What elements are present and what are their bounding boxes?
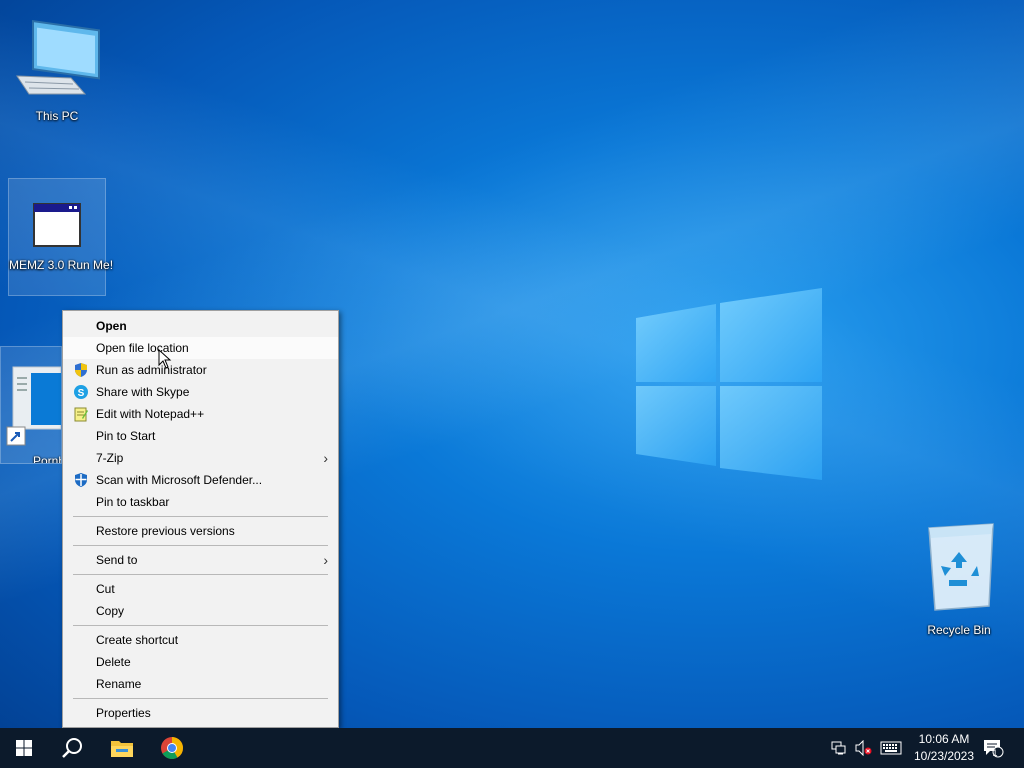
volume-muted-icon xyxy=(855,740,872,756)
desktop-icon-label: Pornh xyxy=(33,454,62,464)
menu-item-label: 7-Zip xyxy=(96,451,124,465)
file-explorer-icon xyxy=(111,741,133,757)
menu-item-cut[interactable]: Cut xyxy=(63,578,338,600)
menu-item-pin-start[interactable]: Pin to Start xyxy=(63,425,338,447)
menu-item-label: Run as administrator xyxy=(96,363,207,377)
menu-item-label: Edit with Notepad++ xyxy=(96,407,205,421)
menu-item-open[interactable]: Open xyxy=(63,315,338,337)
menu-item-run-as-admin[interactable]: Run as administrator xyxy=(63,359,338,381)
menu-item-open-file-location[interactable]: Open file location xyxy=(63,337,338,359)
mouse-cursor-icon xyxy=(158,349,172,369)
keyboard-tray[interactable] xyxy=(876,728,906,768)
notification-count-badge: 1 xyxy=(992,748,998,758)
window-app-icon xyxy=(33,203,81,247)
menu-item-label: Restore previous versions xyxy=(96,524,235,538)
menu-item-label: Create shortcut xyxy=(96,633,179,647)
volume-tray[interactable] xyxy=(852,728,874,768)
menu-item-7zip[interactable]: 7-Zip › xyxy=(63,447,338,469)
taskbar-chrome[interactable] xyxy=(148,728,196,768)
windows-logo-wallpaper xyxy=(636,288,822,480)
menu-item-send-to[interactable]: Send to › xyxy=(63,549,338,571)
menu-item-label: Send to xyxy=(96,553,138,567)
computer-icon xyxy=(16,19,100,95)
uac-shield-icon xyxy=(75,363,87,377)
menu-item-scan-defender[interactable]: Scan with Microsoft Defender... xyxy=(63,469,338,491)
menu-item-label: Copy xyxy=(96,604,125,618)
menu-item-label: Cut xyxy=(96,582,115,596)
skype-icon: S xyxy=(74,385,88,399)
desktop-icon-label: Recycle Bin xyxy=(927,623,991,637)
recycle-bin-icon xyxy=(928,523,994,611)
clock-time: 10:06 AM xyxy=(918,732,970,746)
menu-item-create-shortcut[interactable]: Create shortcut xyxy=(63,629,338,651)
menu-item-pin-taskbar[interactable]: Pin to taskbar xyxy=(63,491,338,513)
menu-item-label: Pin to Start xyxy=(96,429,156,443)
start-icon xyxy=(16,740,32,756)
app-shortcut-icon xyxy=(6,366,61,446)
context-menu: Open Open file location Run as administr… xyxy=(62,310,339,728)
menu-item-label: Scan with Microsoft Defender... xyxy=(96,473,263,487)
taskbar-file-explorer[interactable] xyxy=(98,728,146,768)
desktop-icon-memz[interactable]: MEMZ 3.0 Run Me! xyxy=(8,178,114,296)
chrome-icon xyxy=(161,737,183,759)
desktop-icon-recycle-bin[interactable]: Recycle Bin xyxy=(910,520,1008,637)
notepad-plus-plus-icon xyxy=(74,407,88,422)
menu-item-copy[interactable]: Copy xyxy=(63,600,338,622)
search-icon xyxy=(62,738,82,758)
action-center-button[interactable]: 1 xyxy=(978,728,1008,768)
menu-item-properties[interactable]: Properties xyxy=(63,702,338,724)
menu-item-edit-notepad[interactable]: Edit with Notepad++ xyxy=(63,403,338,425)
menu-item-restore-versions[interactable]: Restore previous versions xyxy=(63,520,338,542)
menu-item-label: Share with Skype xyxy=(96,385,190,399)
clock-date: 10/23/2023 xyxy=(913,749,975,763)
menu-separator xyxy=(73,545,328,546)
menu-item-label: Delete xyxy=(96,655,131,669)
start-button[interactable] xyxy=(0,728,48,768)
menu-item-delete[interactable]: Delete xyxy=(63,651,338,673)
chevron-right-icon: › xyxy=(323,552,328,568)
menu-item-rename[interactable]: Rename xyxy=(63,673,338,695)
menu-item-label: Open xyxy=(96,319,127,333)
desktop-icon-shortcut[interactable]: Pornh xyxy=(0,346,62,464)
search-button[interactable] xyxy=(48,728,96,768)
menu-separator xyxy=(73,516,328,517)
taskbar-clock[interactable]: 10:06 AM 10/23/2023 xyxy=(908,731,980,765)
desktop-icon-label: This PC xyxy=(35,109,79,123)
menu-item-label: Open file location xyxy=(96,341,189,355)
svg-text:S: S xyxy=(78,388,85,399)
menu-item-label: Rename xyxy=(96,677,142,691)
menu-separator xyxy=(73,625,328,626)
menu-separator xyxy=(73,574,328,575)
chevron-right-icon: › xyxy=(323,450,328,466)
network-tray[interactable] xyxy=(828,728,850,768)
menu-item-label: Properties xyxy=(96,706,151,720)
menu-item-share-skype[interactable]: S Share with Skype xyxy=(63,381,338,403)
menu-separator xyxy=(73,698,328,699)
touch-keyboard-icon xyxy=(880,741,902,755)
defender-shield-icon xyxy=(75,473,87,487)
taskbar: 10:06 AM 10/23/2023 1 xyxy=(0,728,1024,768)
menu-item-label: Pin to taskbar xyxy=(96,495,170,509)
desktop-icon-label: MEMZ 3.0 Run Me! xyxy=(9,258,114,272)
network-icon xyxy=(831,741,846,755)
desktop-icon-this-pc[interactable]: This PC xyxy=(8,14,106,123)
